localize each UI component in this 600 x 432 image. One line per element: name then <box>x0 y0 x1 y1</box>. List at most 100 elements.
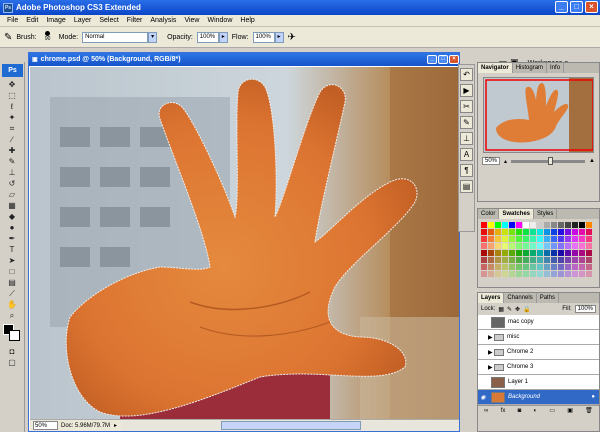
menu-layer[interactable]: Layer <box>70 17 96 24</box>
notes-tool-icon[interactable]: ▤ <box>7 278 17 288</box>
color-swatch[interactable] <box>523 222 529 228</box>
menu-image[interactable]: Image <box>42 17 69 24</box>
color-swatch[interactable] <box>572 257 578 263</box>
color-swatch[interactable] <box>551 236 557 242</box>
color-swatch[interactable] <box>530 229 536 235</box>
tool-presets-icon[interactable]: ✂ <box>460 100 473 113</box>
move-tool-icon[interactable]: ✥ <box>7 80 17 90</box>
color-swatch[interactable] <box>516 243 522 249</box>
color-swatch[interactable] <box>488 250 494 256</box>
color-swatch[interactable] <box>544 243 550 249</box>
color-swatch[interactable] <box>481 236 487 242</box>
color-swatch[interactable] <box>579 243 585 249</box>
color-swatch[interactable] <box>488 243 494 249</box>
color-swatch[interactable] <box>586 264 592 270</box>
menu-analysis[interactable]: Analysis <box>146 17 180 24</box>
color-swatch[interactable] <box>495 271 501 277</box>
menu-help[interactable]: Help <box>236 17 258 24</box>
clone-source-icon[interactable]: ⊥ <box>460 132 473 145</box>
zoom-in-icon[interactable]: ▲ <box>589 158 595 164</box>
color-swatch[interactable] <box>502 236 508 242</box>
marquee-tool-icon[interactable]: ⬚ <box>7 91 17 101</box>
color-swatch[interactable] <box>516 257 522 263</box>
color-swatch[interactable] <box>523 243 529 249</box>
actions-icon[interactable]: ▶ <box>460 84 473 97</box>
color-swatch[interactable] <box>509 264 515 270</box>
color-swatch[interactable] <box>523 250 529 256</box>
document-info[interactable]: Doc: 5.96M/79.7M <box>61 423 110 429</box>
color-swatch[interactable] <box>530 236 536 242</box>
scrollbar-thumb[interactable] <box>221 421 362 430</box>
color-swatch[interactable] <box>495 257 501 263</box>
color-swatch[interactable] <box>565 243 571 249</box>
color-swatch[interactable] <box>537 271 543 277</box>
color-swatch[interactable] <box>516 236 522 242</box>
character-icon[interactable]: A <box>460 148 473 161</box>
lock-transparent-icon[interactable]: ▦ <box>498 306 504 313</box>
tab-channels[interactable]: Channels <box>504 293 537 303</box>
color-swatch[interactable] <box>488 257 494 263</box>
quick-selection-tool-icon[interactable]: ✦ <box>7 113 17 123</box>
close-button[interactable]: × <box>585 1 598 13</box>
color-swatch[interactable] <box>579 257 585 263</box>
color-swatch[interactable] <box>551 243 557 249</box>
navigator-zoom-slider[interactable] <box>511 156 586 165</box>
gradient-tool-icon[interactable]: ▦ <box>7 201 17 211</box>
color-swatch[interactable] <box>544 222 550 228</box>
color-swatch[interactable] <box>544 236 550 242</box>
horizontal-scrollbar[interactable] <box>121 421 459 430</box>
color-swatches[interactable] <box>3 324 24 346</box>
adjustment-layer-icon[interactable]: ◐ <box>533 408 537 414</box>
color-swatch[interactable] <box>551 222 557 228</box>
layer-mask-icon[interactable]: ◙ <box>518 408 522 414</box>
screen-mode-icon[interactable]: ▢ <box>7 358 17 368</box>
minimize-button[interactable]: _ <box>555 1 568 13</box>
color-swatch[interactable] <box>530 271 536 277</box>
color-swatch[interactable] <box>481 271 487 277</box>
color-swatch[interactable] <box>495 229 501 235</box>
shape-tool-icon[interactable]: □ <box>7 267 17 277</box>
color-swatch[interactable] <box>565 236 571 242</box>
color-swatch[interactable] <box>523 257 529 263</box>
color-swatch[interactable] <box>516 264 522 270</box>
color-swatch[interactable] <box>572 229 578 235</box>
color-swatch[interactable] <box>565 264 571 270</box>
color-swatch[interactable] <box>558 257 564 263</box>
color-swatch[interactable] <box>481 257 487 263</box>
blur-tool-icon[interactable]: ◆ <box>7 212 17 222</box>
color-swatch[interactable] <box>488 229 494 235</box>
clone-stamp-tool-icon[interactable]: ⊥ <box>7 168 17 178</box>
color-swatch[interactable] <box>516 229 522 235</box>
color-swatch[interactable] <box>551 229 557 235</box>
navigator-zoom-field[interactable]: 50% <box>482 157 501 165</box>
color-swatch[interactable] <box>530 243 536 249</box>
airbrush-icon[interactable]: ✈ <box>288 32 296 43</box>
color-swatch[interactable] <box>523 229 529 235</box>
color-swatch[interactable] <box>565 257 571 263</box>
tab-color[interactable]: Color <box>478 209 500 219</box>
eye-icon[interactable]: ◉ <box>478 394 488 401</box>
color-swatch[interactable] <box>537 257 543 263</box>
lock-all-icon[interactable]: 🔒 <box>523 306 530 313</box>
mode-select[interactable]: Normal ▾ <box>82 31 158 43</box>
color-swatch[interactable] <box>558 222 564 228</box>
color-swatch[interactable] <box>544 271 550 277</box>
link-layers-icon[interactable]: ∞ <box>484 408 488 414</box>
color-swatch[interactable] <box>481 243 487 249</box>
color-swatch[interactable] <box>488 271 494 277</box>
color-swatch[interactable] <box>523 236 529 242</box>
color-swatch[interactable] <box>509 229 515 235</box>
color-swatch[interactable] <box>509 257 515 263</box>
color-swatch[interactable] <box>586 222 592 228</box>
chevron-right-icon[interactable]: ▸ <box>114 422 117 429</box>
color-swatch[interactable] <box>558 271 564 277</box>
color-swatch[interactable] <box>572 236 578 242</box>
color-swatch[interactable] <box>509 243 515 249</box>
color-swatch[interactable] <box>530 257 536 263</box>
color-swatch[interactable] <box>502 222 508 228</box>
color-swatch[interactable] <box>495 264 501 270</box>
color-swatch[interactable] <box>488 222 494 228</box>
color-swatch[interactable] <box>558 264 564 270</box>
zoom-tool-icon[interactable]: ⌕ <box>7 311 17 321</box>
menu-select[interactable]: Select <box>95 17 122 24</box>
